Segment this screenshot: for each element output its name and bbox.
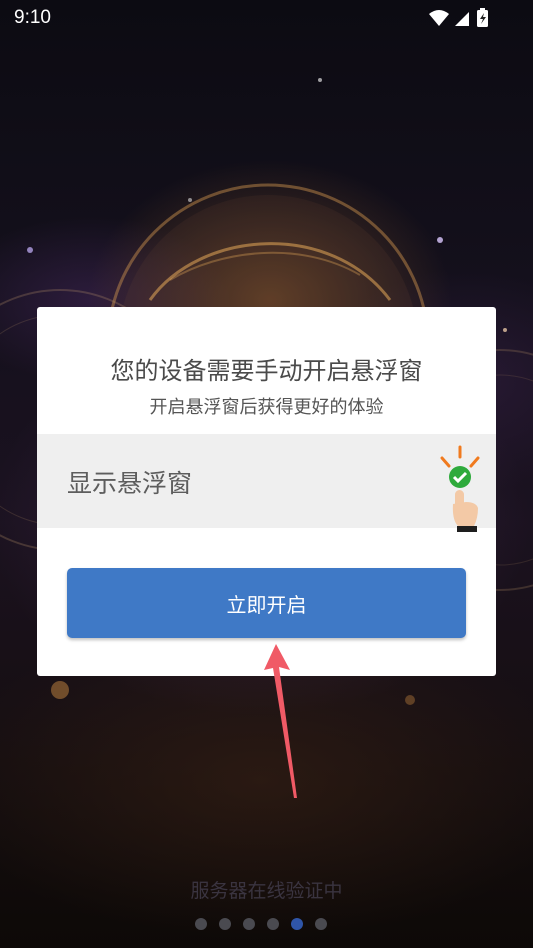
hand-tap-check-icon	[440, 445, 480, 532]
permission-row-display-floating-window[interactable]: 显示悬浮窗	[37, 434, 496, 532]
status-bar: 9:10	[0, 0, 533, 36]
page-dot-active	[291, 918, 303, 930]
pointer-arrow-icon	[264, 644, 297, 798]
status-icons	[427, 8, 497, 32]
status-time: 9:10	[14, 7, 51, 28]
battery-charging-icon	[477, 8, 488, 27]
page-dot	[195, 918, 207, 930]
page-dot	[315, 918, 327, 930]
open-now-button[interactable]: 立即开启	[67, 568, 466, 638]
page-dot	[243, 918, 255, 930]
page-dot	[219, 918, 231, 930]
permission-label: 显示悬浮窗	[67, 469, 193, 498]
server-status-text: 服务器在线验证中	[190, 880, 343, 902]
page-indicator	[195, 918, 327, 930]
cellular-signal-icon	[455, 12, 469, 26]
wifi-icon	[429, 10, 449, 26]
dialog-title: 您的设备需要手动开启悬浮窗	[110, 357, 423, 385]
floating-window-permission-dialog: 您的设备需要手动开启悬浮窗 开启悬浮窗后获得更好的体验 显示悬浮窗 立即开启	[37, 307, 496, 676]
page-dot	[267, 918, 279, 930]
dialog-subtitle: 开启悬浮窗后获得更好的体验	[149, 397, 384, 418]
